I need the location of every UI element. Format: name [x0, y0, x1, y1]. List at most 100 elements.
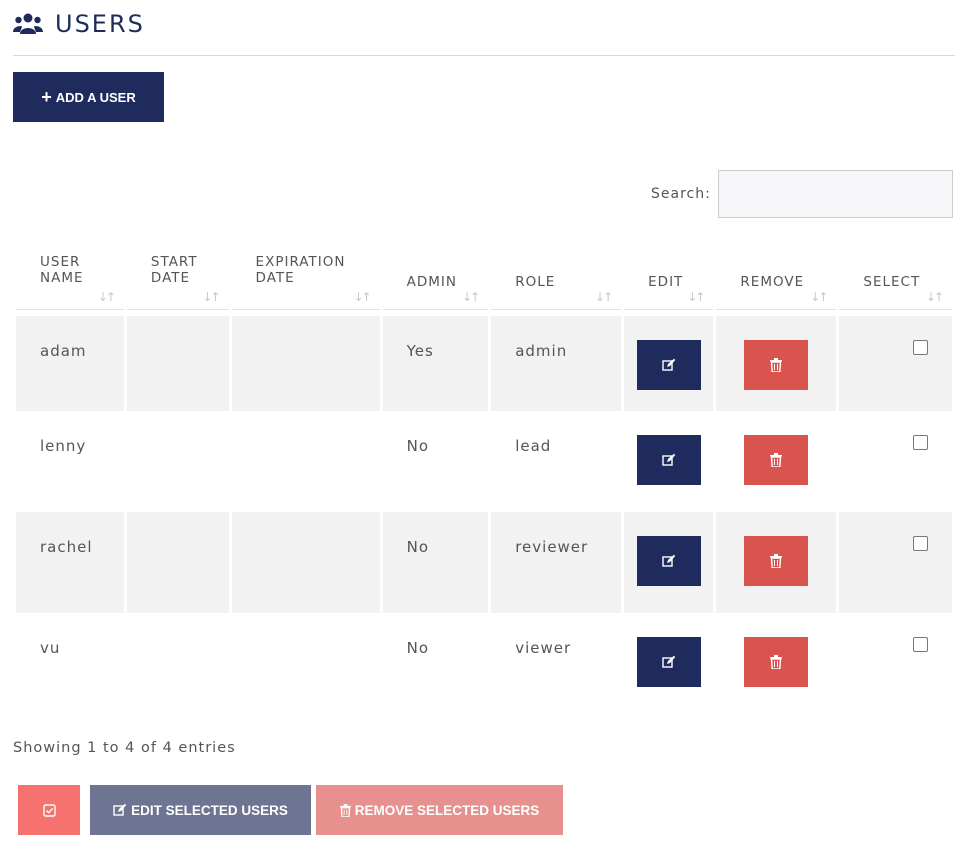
select-all-button[interactable]	[18, 785, 80, 835]
divider	[13, 55, 955, 56]
remove-selected-label: REMOVE SELECTED USERS	[354, 802, 540, 818]
trash-icon	[339, 803, 351, 817]
cell-user-name: rachel	[16, 512, 124, 613]
cell-start-date	[126, 512, 229, 613]
add-user-button[interactable]: + ADD A USER	[13, 72, 164, 122]
sort-icon[interactable]: ↓↑	[98, 290, 116, 304]
cell-user-name: adam	[16, 310, 124, 411]
cell-admin: No	[382, 613, 489, 714]
edit-icon	[662, 453, 675, 466]
remove-button[interactable]	[744, 435, 809, 485]
column-label: EXPIRATION DATE	[255, 254, 346, 286]
remove-button[interactable]	[744, 536, 809, 586]
sort-icon[interactable]: ↓↑	[595, 290, 613, 304]
trash-icon	[770, 554, 783, 568]
cell-remove	[716, 613, 837, 714]
column-header-expiration-date[interactable]: EXPIRATION DATE ↓↑	[231, 246, 380, 310]
page-header: USERS	[13, 8, 145, 40]
edit-icon	[662, 358, 675, 371]
cell-edit	[624, 613, 714, 714]
column-header-remove[interactable]: REMOVE ↓↑	[716, 246, 837, 310]
column-label: START DATE	[150, 254, 198, 286]
cell-start-date	[126, 613, 229, 714]
trash-icon	[770, 453, 783, 467]
edit-selected-label: EDIT SELECTED USERS	[131, 802, 288, 818]
column-label: USER NAME	[40, 254, 84, 286]
remove-button[interactable]	[744, 637, 809, 687]
cell-role: reviewer	[491, 512, 622, 613]
remove-button[interactable]	[744, 340, 809, 390]
table-row: lenny No lead	[16, 411, 952, 512]
edit-button[interactable]	[636, 637, 701, 687]
row-checkbox[interactable]	[913, 637, 928, 652]
edit-button[interactable]	[636, 536, 701, 586]
edit-icon	[662, 554, 675, 567]
cell-expiration-date	[231, 310, 380, 411]
users-table: USER NAME ↓↑ START DATE ↓↑ EXPIRATION DATE…	[13, 246, 955, 714]
table-row: rachel No reviewer	[16, 512, 952, 613]
remove-selected-users-button[interactable]: REMOVE SELECTED USERS	[316, 785, 563, 835]
cell-expiration-date	[231, 613, 380, 714]
column-header-select[interactable]: SELECT ↓↑	[839, 246, 952, 310]
column-header-admin[interactable]: ADMIN ↓↑	[382, 246, 489, 310]
cell-select	[839, 613, 952, 714]
table-row: adam Yes admin	[16, 310, 952, 411]
add-user-label: ADD A USER	[55, 89, 136, 105]
cell-select	[839, 512, 952, 613]
cell-expiration-date	[231, 512, 380, 613]
cell-user-name: lenny	[16, 411, 124, 512]
cell-start-date	[126, 411, 229, 512]
cell-remove	[716, 411, 837, 512]
cell-role: admin	[491, 310, 622, 411]
plus-icon: +	[41, 87, 52, 107]
search-input[interactable]	[718, 170, 953, 218]
cell-edit	[624, 411, 714, 512]
sort-icon[interactable]: ↓↑	[926, 290, 944, 304]
page-title: USERS	[55, 10, 145, 38]
check-square-icon	[42, 803, 56, 817]
edit-icon	[113, 803, 127, 816]
column-label: EDIT	[648, 274, 684, 290]
column-label: ROLE	[515, 274, 556, 290]
table-row: vu No viewer	[16, 613, 952, 714]
edit-button[interactable]	[636, 340, 701, 390]
column-label: REMOVE	[740, 274, 805, 290]
cell-role: viewer	[491, 613, 622, 714]
edit-button[interactable]	[636, 435, 701, 485]
cell-role: lead	[491, 411, 622, 512]
column-header-start-date[interactable]: START DATE ↓↑	[126, 246, 229, 310]
row-checkbox[interactable]	[913, 536, 928, 551]
cell-start-date	[126, 310, 229, 411]
cell-select	[839, 411, 952, 512]
column-header-user-name[interactable]: USER NAME ↓↑	[16, 246, 124, 310]
trash-icon	[770, 655, 783, 669]
cell-edit	[624, 310, 714, 411]
cell-user-name: vu	[16, 613, 124, 714]
cell-admin: No	[382, 411, 489, 512]
cell-expiration-date	[231, 411, 380, 512]
row-checkbox[interactable]	[913, 340, 928, 355]
column-label: ADMIN	[406, 274, 457, 290]
cell-remove	[716, 512, 837, 613]
edit-selected-users-button[interactable]: EDIT SELECTED USERS	[90, 785, 311, 835]
table-header-row: USER NAME ↓↑ START DATE ↓↑ EXPIRATION DATE…	[16, 246, 952, 310]
sort-icon[interactable]: ↓↑	[810, 290, 828, 304]
users-icon	[13, 13, 43, 34]
trash-icon	[770, 358, 783, 372]
search-label: Search:	[651, 186, 711, 202]
row-checkbox[interactable]	[913, 435, 928, 450]
cell-admin: Yes	[382, 310, 489, 411]
sort-icon[interactable]: ↓↑	[353, 290, 371, 304]
cell-edit	[624, 512, 714, 613]
edit-icon	[662, 655, 675, 668]
table-info: Showing 1 to 4 of 4 entries	[13, 740, 236, 756]
column-label: SELECT	[863, 274, 921, 290]
sort-icon[interactable]: ↓↑	[202, 290, 220, 304]
column-header-role[interactable]: ROLE ↓↑	[491, 246, 622, 310]
cell-admin: No	[382, 512, 489, 613]
cell-remove	[716, 310, 837, 411]
sort-icon[interactable]: ↓↑	[687, 290, 705, 304]
cell-select	[839, 310, 952, 411]
sort-icon[interactable]: ↓↑	[462, 290, 480, 304]
column-header-edit[interactable]: EDIT ↓↑	[624, 246, 714, 310]
